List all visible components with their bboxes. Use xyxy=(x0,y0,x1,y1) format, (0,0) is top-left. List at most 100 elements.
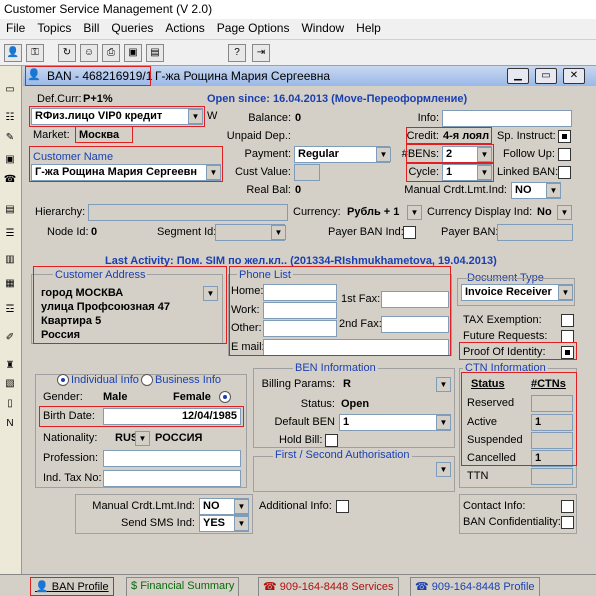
list-icon[interactable]: ☰ xyxy=(2,226,18,242)
male-label: Male xyxy=(103,391,128,403)
hold-bill-label: Hold Bill: xyxy=(279,434,323,446)
send-sms-dropdown[interactable]: ▼ xyxy=(234,516,249,531)
tax-no-field[interactable] xyxy=(103,470,241,487)
ban-profile-tab-icon: 👤 xyxy=(35,581,49,593)
refresh-icon[interactable]: ↻ xyxy=(58,44,76,62)
profile-tab-icon: ☎ xyxy=(415,581,429,593)
sp-instruct-checkbox[interactable] xyxy=(558,130,571,143)
default-ben-label: Default BEN xyxy=(274,416,335,428)
edit-icon[interactable]: ✐ xyxy=(2,330,18,346)
key-icon[interactable]: ⚿ xyxy=(26,44,44,62)
tab-bar: 👤 BAN Profile $ Financial Summary ☎ 909-… xyxy=(0,574,596,596)
nationality-dropdown[interactable]: ▼ xyxy=(135,431,150,446)
gender-label: Gender: xyxy=(43,391,83,403)
nms-icon[interactable]: N xyxy=(2,416,18,432)
payment-dropdown[interactable]: ▼ xyxy=(376,147,391,162)
contact-info-checkbox[interactable] xyxy=(561,500,574,513)
billing-params-label: Billing Params: xyxy=(261,378,335,390)
minimize-button[interactable]: ▁ xyxy=(507,68,529,84)
follow-up-checkbox[interactable] xyxy=(558,148,571,161)
highlight-account xyxy=(29,106,205,127)
ban-confidentiality-label: BAN Confidentiality: xyxy=(463,516,561,528)
group-icon[interactable]: ☷ xyxy=(2,110,18,126)
folder-icon[interactable]: ▭ xyxy=(2,82,18,98)
highlight-market xyxy=(75,126,133,143)
tab-services[interactable]: ☎ 909-164-8448 Services xyxy=(258,577,399,596)
manual-crdt-dropdown[interactable]: ▼ xyxy=(546,183,561,198)
agent-icon[interactable]: ☺ xyxy=(80,44,98,62)
menu-file[interactable]: File xyxy=(0,19,31,35)
report-icon[interactable]: ▤ xyxy=(146,44,164,62)
auth-dropdown[interactable]: ▼ xyxy=(436,462,451,477)
billing-params-dropdown[interactable]: ▼ xyxy=(436,377,451,392)
business-radio[interactable] xyxy=(141,374,153,386)
close-button[interactable]: ✕ xyxy=(563,68,585,84)
currency-label: Currency: xyxy=(293,206,341,218)
info-field[interactable] xyxy=(442,110,572,127)
currency-display-dropdown[interactable]: ▼ xyxy=(557,205,572,220)
payer-ban-ind-checkbox[interactable] xyxy=(403,226,416,239)
default-ben-dropdown[interactable]: ▼ xyxy=(436,415,451,430)
help-icon[interactable]: ? xyxy=(228,44,246,62)
tab-profile[interactable]: ☎ 909-164-8448 Profile xyxy=(410,577,540,596)
ttn-value xyxy=(531,468,573,485)
doc-type-select[interactable]: Invoice Receiver xyxy=(461,284,573,301)
market-label: Market: xyxy=(33,129,70,141)
balance-value: 0 xyxy=(295,112,302,124)
ban-confidentiality-checkbox[interactable] xyxy=(561,516,574,529)
ban-window: 👤 BAN - 468216919/1 Г-жа Рощина Мария Се… xyxy=(23,66,596,596)
page-icon[interactable]: ▯ xyxy=(2,396,18,412)
highlight-cycle xyxy=(406,162,494,182)
tree-icon[interactable]: ☲ xyxy=(2,302,18,318)
female-radio[interactable] xyxy=(219,391,231,403)
payment-label: Payment: xyxy=(244,148,291,160)
maximize-button[interactable]: ▭ xyxy=(535,68,557,84)
agent-list-icon[interactable]: ♜ xyxy=(2,358,18,374)
payer-ban-ind-label: Payer BAN Ind: xyxy=(328,226,404,238)
ben-title: BEN Information xyxy=(293,362,378,374)
doc-type-dropdown[interactable]: ▼ xyxy=(558,285,573,300)
tax-exemption-checkbox[interactable] xyxy=(561,314,574,327)
additional-info-checkbox[interactable] xyxy=(336,500,349,513)
def-curr-label: Def.Curr: xyxy=(37,93,82,105)
tab-financial-summary[interactable]: $ Financial Summary xyxy=(126,577,240,596)
phone-icon[interactable]: ☎ xyxy=(2,172,18,188)
menu-window[interactable]: Window xyxy=(295,19,350,35)
print-icon[interactable]: ⎙ xyxy=(102,44,120,62)
hierarchy-field xyxy=(88,204,288,221)
pen-icon[interactable]: ✎ xyxy=(2,130,18,146)
exit-icon[interactable]: ⇥ xyxy=(252,44,270,62)
menu-queries[interactable]: Queries xyxy=(105,19,159,35)
save-icon[interactable]: ▣ xyxy=(124,44,142,62)
person-icon[interactable]: 👤 xyxy=(4,44,22,62)
currency-dropdown[interactable]: ▼ xyxy=(407,205,422,220)
tab-ban-profile[interactable]: 👤 BAN Profile xyxy=(30,577,114,596)
balance-label: Balance: xyxy=(248,112,291,124)
hold-bill-checkbox[interactable] xyxy=(325,434,338,447)
real-bal-value: 0 xyxy=(295,184,302,196)
female-label: Female xyxy=(173,391,211,403)
menu-topics[interactable]: Topics xyxy=(31,19,77,35)
menu-help[interactable]: Help xyxy=(350,19,387,35)
menu-page-options[interactable]: Page Options xyxy=(211,19,296,35)
note-icon[interactable]: ▥ xyxy=(2,252,18,268)
doc-icon[interactable]: ▤ xyxy=(2,202,18,218)
additional-info-label: Additional Info: xyxy=(259,500,332,512)
menu-bill[interactable]: Bill xyxy=(77,19,105,35)
profession-field[interactable] xyxy=(103,450,241,467)
bottom-manual-dropdown[interactable]: ▼ xyxy=(234,499,249,514)
default-ben-select[interactable]: 1 xyxy=(339,414,451,431)
stack-icon[interactable]: ▧ xyxy=(2,376,18,392)
menu-actions[interactable]: Actions xyxy=(159,19,210,35)
tab-profile-label: 909-164-8448 Profile xyxy=(431,581,535,593)
bottom-manual-label: Manual Crdt.Lmt.Ind: xyxy=(92,500,195,512)
individual-radio[interactable] xyxy=(57,374,69,386)
table-icon[interactable]: ▦ xyxy=(2,276,18,292)
def-curr-value: P+1% xyxy=(83,93,113,105)
contact-info-label: Contact Info: xyxy=(463,500,526,512)
screen-icon[interactable]: ▣ xyxy=(2,152,18,168)
billing-params-select[interactable]: R xyxy=(339,376,451,393)
linked-ban-checkbox[interactable] xyxy=(558,166,571,179)
ben-status-label: Status: xyxy=(300,398,335,410)
segment-id-dropdown[interactable]: ▼ xyxy=(271,225,286,240)
